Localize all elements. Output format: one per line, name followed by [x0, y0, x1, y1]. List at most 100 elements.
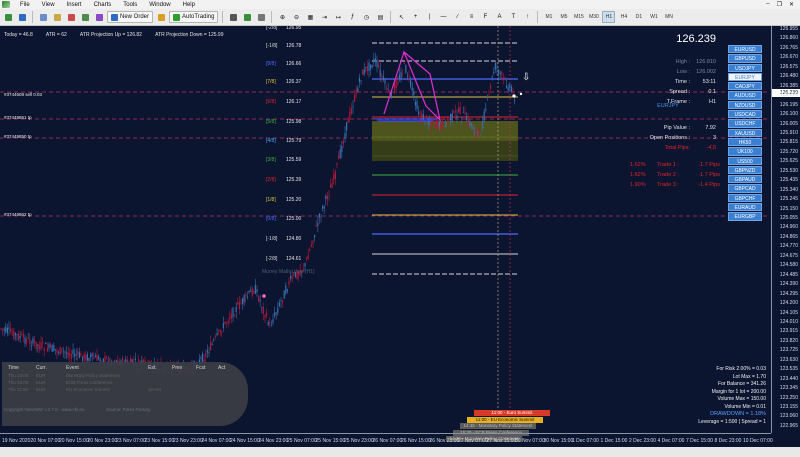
candle-body [494, 62, 496, 70]
candle-body [43, 348, 45, 351]
symbol-button-usdjpy[interactable]: USDJPY [728, 63, 762, 72]
symbol-button-gbpusd[interactable]: GBPUSD [728, 54, 762, 63]
toolbar: New Order AutoTrading ⊕ ⊖ ▦ ⇥ ↦ ƒ ◷ ▤ ↖ … [0, 9, 800, 26]
tf-m1[interactable]: M1 [542, 11, 555, 23]
murrey-level-value: 125.00 [286, 216, 302, 222]
tf-h4[interactable]: H4 [617, 11, 630, 23]
menu-help[interactable]: Help [177, 2, 201, 8]
time-axis[interactable]: 19 Nov 2020 20 Nov 07:00 20 Nov 15:00 20 No… [0, 433, 773, 447]
symbol-button-gbpchf[interactable]: GBPCHF [728, 193, 762, 203]
candle-body [413, 91, 415, 96]
risk-line: Lot Max = 1.70 [732, 373, 766, 380]
price-axis[interactable]: 126.239 126.955 126.860 126.765 126.670 126.… [771, 26, 800, 433]
chart-shift-icon[interactable]: ↦ [332, 11, 344, 23]
autoscroll-icon[interactable]: ⇥ [318, 11, 330, 23]
price-axis-label: 126.955 [779, 26, 798, 32]
metaeditor-icon[interactable] [155, 11, 167, 23]
symbol-button-audusd[interactable]: AUDUSD [728, 91, 762, 100]
autotrading-button[interactable]: AutoTrading [169, 11, 219, 23]
candle-body [10, 328, 12, 333]
symbol-button-eurusd[interactable]: EURUSD [728, 45, 762, 54]
price-axis-label: 125.530 [779, 167, 798, 174]
close-icon[interactable]: ✕ [789, 1, 794, 8]
chart-area[interactable]: Today = 46.8 ATR = 62 ATR Projection Up … [0, 26, 800, 447]
bar-chart-icon[interactable] [227, 11, 239, 23]
symbol-button-hk50[interactable]: HK50 [728, 137, 762, 147]
candle-body [363, 69, 365, 75]
tf-m15[interactable]: M15 [572, 11, 585, 23]
candle-body [378, 65, 380, 68]
candle-body [498, 70, 500, 75]
menu-tools[interactable]: Tools [117, 2, 143, 8]
tf-m5[interactable]: M5 [557, 11, 570, 23]
order-label-tp-1: #37449861 tp [4, 115, 32, 120]
new-order-button[interactable]: New Order [107, 11, 154, 23]
label-icon[interactable]: T [507, 11, 519, 23]
candle-body [354, 94, 356, 102]
tf-d1[interactable]: D1 [632, 11, 645, 23]
menu-file[interactable]: File [14, 2, 36, 8]
tf-mn[interactable]: MN [662, 11, 675, 23]
tf-h1[interactable]: H1 [602, 11, 616, 23]
trendline-icon[interactable]: ∕ [451, 11, 463, 23]
new-chart-icon[interactable] [2, 11, 14, 23]
crosshair-icon[interactable]: + [409, 11, 421, 23]
candle-body [459, 106, 461, 114]
symbol-button-gbpaud[interactable]: GBPAUD [728, 175, 762, 184]
symbol-button-nzdusd[interactable]: NZDUSD [728, 100, 762, 110]
symbol-button-cadjpy[interactable]: CADJPY [728, 82, 762, 91]
tester-icon[interactable] [93, 11, 105, 23]
market-watch-icon[interactable] [37, 11, 49, 23]
candle-body [510, 86, 512, 92]
candle-body [218, 329, 220, 331]
menu-charts[interactable]: Charts [88, 2, 118, 8]
symbol-button-eurgbp[interactable]: EURGBP [728, 212, 762, 221]
horizontal-line-icon[interactable]: — [437, 11, 449, 23]
menu-view[interactable]: View [36, 2, 61, 8]
price-axis-label: 124.010 [779, 318, 798, 325]
symbol-button-gbpcad[interactable]: GBPCAD [728, 184, 762, 193]
line-chart-icon[interactable] [255, 11, 267, 23]
symbol-button-eurjpy[interactable]: EURJPY [728, 72, 762, 82]
symbol-button-euraud[interactable]: EURAUD [728, 203, 762, 212]
candle-body [54, 348, 56, 350]
signal-marker [262, 294, 266, 298]
restore-icon[interactable]: ❐ [777, 1, 782, 8]
symbol-button-usdchf[interactable]: USDCHF [728, 119, 762, 128]
channel-icon[interactable]: ≡ [465, 11, 477, 23]
tf-m30[interactable]: M30 [587, 11, 600, 23]
candle-body [237, 303, 239, 305]
menu-insert[interactable]: Insert [61, 2, 88, 8]
candle-body [454, 111, 456, 113]
news-cell: EUR [36, 380, 46, 385]
fibo-icon[interactable]: F [479, 11, 491, 23]
navigator-icon[interactable] [65, 11, 77, 23]
candle-body [477, 131, 479, 133]
zoom-in-icon[interactable]: ⊕ [276, 11, 288, 23]
terminal-icon[interactable] [79, 11, 91, 23]
candle-body [283, 290, 285, 299]
symbol-button-us500[interactable]: US500 [728, 156, 762, 165]
pattern-zone [372, 118, 440, 122]
arrows-icon[interactable]: ↑ [521, 11, 533, 23]
tile-windows-icon[interactable]: ▦ [304, 11, 316, 23]
menu-window[interactable]: Window [143, 2, 176, 8]
text-icon[interactable]: A [493, 11, 505, 23]
tf-w1[interactable]: W1 [647, 11, 660, 23]
profiles-icon[interactable] [16, 11, 28, 23]
zoom-out-icon[interactable]: ⊖ [290, 11, 302, 23]
symbol-button-usdcad[interactable]: USDCAD [728, 110, 762, 119]
symbol-button-uk100[interactable]: UK100 [728, 147, 762, 156]
minimize-icon[interactable]: – [766, 1, 769, 8]
data-window-icon[interactable] [51, 11, 63, 23]
candle-body [490, 85, 492, 89]
periods-icon[interactable]: ◷ [360, 11, 372, 23]
cursor-icon[interactable]: ↖ [395, 11, 407, 23]
indicators-icon[interactable]: ƒ [346, 11, 358, 23]
symbol-button-xauusd[interactable]: XAUUSD [728, 128, 762, 137]
vertical-line-icon[interactable]: | [423, 11, 435, 23]
templates-icon[interactable]: ▤ [374, 11, 386, 23]
candlestick-icon[interactable] [241, 11, 253, 23]
candle-body [227, 321, 229, 323]
symbol-button-gbpnzd[interactable]: GBPNZD [728, 165, 762, 175]
